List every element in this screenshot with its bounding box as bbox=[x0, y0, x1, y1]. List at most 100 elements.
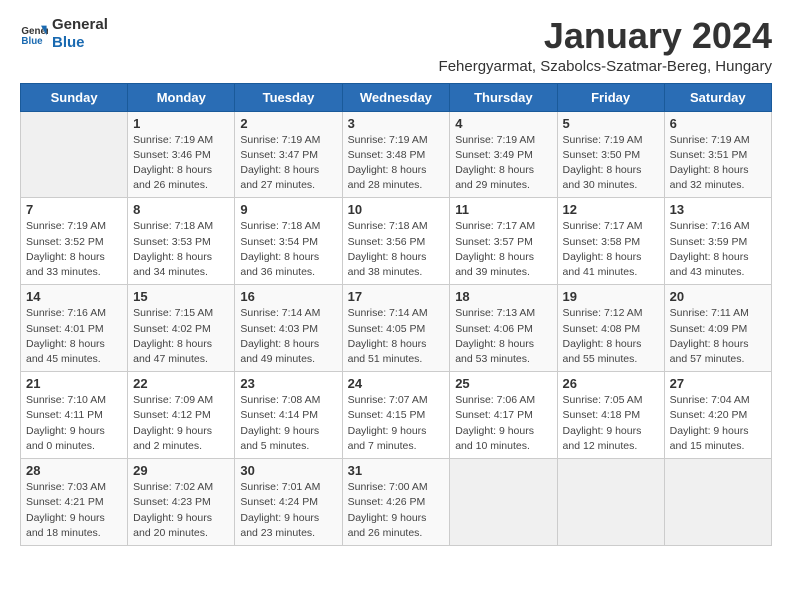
day-info: Sunrise: 7:14 AMSunset: 4:05 PMDaylight:… bbox=[348, 306, 445, 367]
day-info: Sunrise: 7:11 AMSunset: 4:09 PMDaylight:… bbox=[670, 306, 766, 367]
calendar-week-row: 21Sunrise: 7:10 AMSunset: 4:11 PMDayligh… bbox=[21, 372, 772, 459]
day-info: Sunrise: 7:10 AMSunset: 4:11 PMDaylight:… bbox=[26, 393, 122, 454]
day-info: Sunrise: 7:09 AMSunset: 4:12 PMDaylight:… bbox=[133, 393, 229, 454]
day-number: 18 bbox=[455, 289, 551, 304]
calendar-cell bbox=[21, 111, 128, 198]
day-info: Sunrise: 7:17 AMSunset: 3:58 PMDaylight:… bbox=[563, 219, 659, 280]
day-number: 12 bbox=[563, 202, 659, 217]
day-number: 9 bbox=[240, 202, 336, 217]
day-number: 29 bbox=[133, 463, 229, 478]
calendar-cell: 17 Sunrise: 7:14 AMSunset: 4:05 PMDayligh… bbox=[342, 285, 450, 372]
day-number: 28 bbox=[26, 463, 122, 478]
day-info: Sunrise: 7:04 AMSunset: 4:20 PMDaylight:… bbox=[670, 393, 766, 454]
calendar-cell: 30 Sunrise: 7:01 AMSunset: 4:24 PMDayligh… bbox=[235, 459, 342, 546]
day-number: 10 bbox=[348, 202, 445, 217]
logo-icon: General Blue bbox=[20, 20, 48, 48]
calendar-cell: 3 Sunrise: 7:19 AMSunset: 3:48 PMDaylight… bbox=[342, 111, 450, 198]
day-number: 7 bbox=[26, 202, 122, 217]
calendar-header-row: SundayMondayTuesdayWednesdayThursdayFrid… bbox=[21, 83, 772, 111]
day-info: Sunrise: 7:15 AMSunset: 4:02 PMDaylight:… bbox=[133, 306, 229, 367]
calendar-cell: 22 Sunrise: 7:09 AMSunset: 4:12 PMDayligh… bbox=[128, 372, 235, 459]
calendar-cell: 9 Sunrise: 7:18 AMSunset: 3:54 PMDaylight… bbox=[235, 198, 342, 285]
calendar-cell: 5Sunrise: 7:19 AMSunset: 3:50 PMDaylight… bbox=[557, 111, 664, 198]
calendar-cell bbox=[450, 459, 557, 546]
calendar-week-row: 14Sunrise: 7:16 AMSunset: 4:01 PMDayligh… bbox=[21, 285, 772, 372]
day-number: 26 bbox=[563, 376, 659, 391]
calendar-cell: 27 Sunrise: 7:04 AMSunset: 4:20 PMDayligh… bbox=[664, 372, 771, 459]
day-number: 20 bbox=[670, 289, 766, 304]
day-info: Sunrise: 7:19 AMSunset: 3:51 PMDaylight:… bbox=[670, 133, 766, 194]
calendar-cell: 7 Sunrise: 7:19 AMSunset: 3:52 PMDaylight… bbox=[21, 198, 128, 285]
calendar-cell: 31Sunrise: 7:00 AMSunset: 4:26 PMDayligh… bbox=[342, 459, 450, 546]
day-number: 31 bbox=[348, 463, 445, 478]
day-info: Sunrise: 7:18 AMSunset: 3:54 PMDaylight:… bbox=[240, 219, 336, 280]
day-number: 15 bbox=[133, 289, 229, 304]
day-info: Sunrise: 7:12 AMSunset: 4:08 PMDaylight:… bbox=[563, 306, 659, 367]
day-info: Sunrise: 7:19 AMSunset: 3:49 PMDaylight:… bbox=[455, 133, 551, 194]
calendar-header-sunday: Sunday bbox=[21, 83, 128, 111]
day-info: Sunrise: 7:19 AMSunset: 3:46 PMDaylight:… bbox=[133, 133, 229, 194]
day-info: Sunrise: 7:14 AMSunset: 4:03 PMDaylight:… bbox=[240, 306, 336, 367]
calendar-cell: 4 Sunrise: 7:19 AMSunset: 3:49 PMDaylight… bbox=[450, 111, 557, 198]
calendar-cell: 16 Sunrise: 7:14 AMSunset: 4:03 PMDayligh… bbox=[235, 285, 342, 372]
calendar-cell: 21Sunrise: 7:10 AMSunset: 4:11 PMDayligh… bbox=[21, 372, 128, 459]
calendar-header-tuesday: Tuesday bbox=[235, 83, 342, 111]
day-number: 25 bbox=[455, 376, 551, 391]
day-info: Sunrise: 7:18 AMSunset: 3:56 PMDaylight:… bbox=[348, 219, 445, 280]
day-number: 24 bbox=[348, 376, 445, 391]
day-info: Sunrise: 7:19 AMSunset: 3:47 PMDaylight:… bbox=[240, 133, 336, 194]
day-number: 19 bbox=[563, 289, 659, 304]
day-info: Sunrise: 7:16 AMSunset: 4:01 PMDaylight:… bbox=[26, 306, 122, 367]
calendar-cell bbox=[664, 459, 771, 546]
day-number: 11 bbox=[455, 202, 551, 217]
calendar-cell: 1 Sunrise: 7:19 AMSunset: 3:46 PMDaylight… bbox=[128, 111, 235, 198]
day-number: 22 bbox=[133, 376, 229, 391]
page-header: General Blue General Blue January 2024 F… bbox=[20, 16, 772, 75]
calendar-cell: 8Sunrise: 7:18 AMSunset: 3:53 PMDaylight… bbox=[128, 198, 235, 285]
day-info: Sunrise: 7:06 AMSunset: 4:17 PMDaylight:… bbox=[455, 393, 551, 454]
calendar-cell: 18 Sunrise: 7:13 AMSunset: 4:06 PMDayligh… bbox=[450, 285, 557, 372]
calendar-week-row: 7 Sunrise: 7:19 AMSunset: 3:52 PMDaylight… bbox=[21, 198, 772, 285]
calendar-cell: 14Sunrise: 7:16 AMSunset: 4:01 PMDayligh… bbox=[21, 285, 128, 372]
day-info: Sunrise: 7:16 AMSunset: 3:59 PMDaylight:… bbox=[670, 219, 766, 280]
calendar-cell: 12 Sunrise: 7:17 AMSunset: 3:58 PMDayligh… bbox=[557, 198, 664, 285]
calendar-header-thursday: Thursday bbox=[450, 83, 557, 111]
day-number: 27 bbox=[670, 376, 766, 391]
day-info: Sunrise: 7:03 AMSunset: 4:21 PMDaylight:… bbox=[26, 480, 122, 541]
day-info: Sunrise: 7:17 AMSunset: 3:57 PMDaylight:… bbox=[455, 219, 551, 280]
calendar-cell: 2 Sunrise: 7:19 AMSunset: 3:47 PMDaylight… bbox=[235, 111, 342, 198]
calendar-cell bbox=[557, 459, 664, 546]
day-info: Sunrise: 7:07 AMSunset: 4:15 PMDaylight:… bbox=[348, 393, 445, 454]
day-number: 6 bbox=[670, 116, 766, 131]
day-info: Sunrise: 7:01 AMSunset: 4:24 PMDaylight:… bbox=[240, 480, 336, 541]
calendar-week-row: 1 Sunrise: 7:19 AMSunset: 3:46 PMDaylight… bbox=[21, 111, 772, 198]
day-info: Sunrise: 7:13 AMSunset: 4:06 PMDaylight:… bbox=[455, 306, 551, 367]
day-number: 5 bbox=[563, 116, 659, 131]
day-number: 17 bbox=[348, 289, 445, 304]
calendar-cell: 11 Sunrise: 7:17 AMSunset: 3:57 PMDayligh… bbox=[450, 198, 557, 285]
calendar-week-row: 28 Sunrise: 7:03 AMSunset: 4:21 PMDayligh… bbox=[21, 459, 772, 546]
day-number: 3 bbox=[348, 116, 445, 131]
page-title: January 2024 bbox=[439, 16, 772, 56]
calendar-cell: 20 Sunrise: 7:11 AMSunset: 4:09 PMDayligh… bbox=[664, 285, 771, 372]
calendar-table: SundayMondayTuesdayWednesdayThursdayFrid… bbox=[20, 83, 772, 546]
day-number: 8 bbox=[133, 202, 229, 217]
day-number: 2 bbox=[240, 116, 336, 131]
calendar-cell: 26 Sunrise: 7:05 AMSunset: 4:18 PMDayligh… bbox=[557, 372, 664, 459]
day-number: 4 bbox=[455, 116, 551, 131]
day-number: 30 bbox=[240, 463, 336, 478]
calendar-header-saturday: Saturday bbox=[664, 83, 771, 111]
logo-general: General bbox=[52, 16, 108, 34]
svg-text:Blue: Blue bbox=[21, 36, 43, 47]
day-info: Sunrise: 7:05 AMSunset: 4:18 PMDaylight:… bbox=[563, 393, 659, 454]
calendar-header-monday: Monday bbox=[128, 83, 235, 111]
day-info: Sunrise: 7:19 AMSunset: 3:52 PMDaylight:… bbox=[26, 219, 122, 280]
day-number: 16 bbox=[240, 289, 336, 304]
calendar-header-friday: Friday bbox=[557, 83, 664, 111]
page-subtitle: Fehergyarmat, Szabolcs-Szatmar-Bereg, Hu… bbox=[439, 58, 772, 75]
calendar-cell: 28 Sunrise: 7:03 AMSunset: 4:21 PMDayligh… bbox=[21, 459, 128, 546]
calendar-cell: 29Sunrise: 7:02 AMSunset: 4:23 PMDayligh… bbox=[128, 459, 235, 546]
day-number: 1 bbox=[133, 116, 229, 131]
calendar-cell: 23Sunrise: 7:08 AMSunset: 4:14 PMDayligh… bbox=[235, 372, 342, 459]
day-info: Sunrise: 7:19 AMSunset: 3:48 PMDaylight:… bbox=[348, 133, 445, 194]
